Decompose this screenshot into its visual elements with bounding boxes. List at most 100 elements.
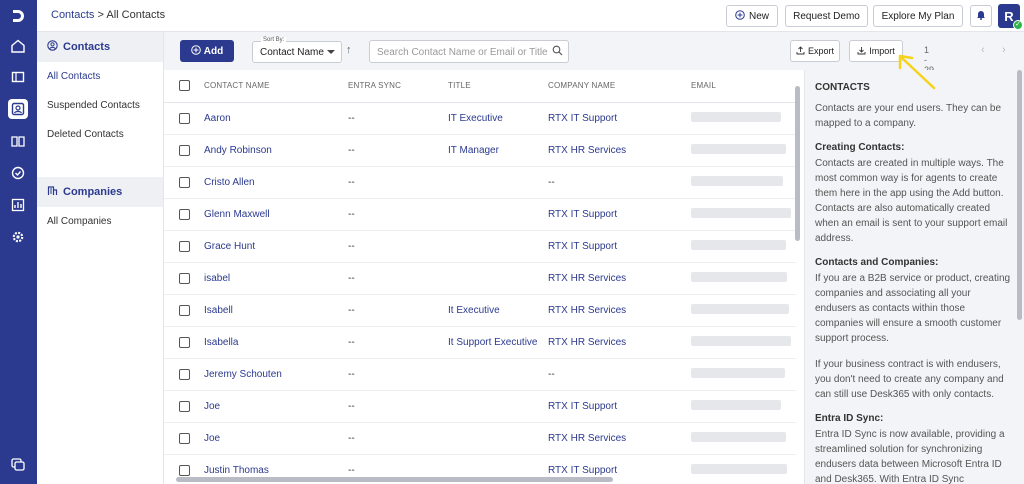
request-demo-button[interactable]: Request Demo (785, 5, 868, 27)
new-button[interactable]: New (726, 5, 778, 27)
tasks-icon[interactable] (8, 163, 28, 183)
col-title[interactable]: TITLE (448, 70, 548, 103)
help-creating-title: Creating Contacts: (815, 142, 905, 153)
row-select-cell (164, 166, 204, 199)
knowledge-base-icon[interactable] (8, 131, 28, 151)
table-row[interactable]: Cristo Allen -- -- (164, 166, 796, 199)
company-name-link[interactable]: RTX HR Services (548, 145, 626, 156)
company-name-link[interactable]: -- (548, 177, 555, 188)
help-creating-text: Contacts are created in multiple ways. T… (815, 158, 1008, 244)
row-checkbox[interactable] (179, 432, 190, 444)
explore-plan-label: Explore My Plan (881, 10, 955, 22)
contacts-icon[interactable] (8, 99, 28, 119)
company-name-link[interactable]: RTX HR Services (548, 305, 626, 316)
company-name-link[interactable]: RTX IT Support (548, 241, 617, 252)
company-name-link[interactable]: RTX HR Services (548, 337, 626, 348)
contact-name-link[interactable]: Isabella (204, 337, 238, 348)
table-vertical-scrollbar[interactable] (794, 78, 801, 478)
row-checkbox[interactable] (179, 304, 190, 316)
table-row[interactable]: Joe -- RTX HR Services (164, 422, 796, 455)
col-entra-sync[interactable]: ENTRA SYNC (348, 70, 448, 103)
sidebar-item-suspended-contacts[interactable]: Suspended Contacts (37, 91, 163, 120)
contact-name-link[interactable]: Andy Robinson (204, 145, 272, 156)
horizontal-scroll-thumb[interactable] (176, 477, 613, 482)
tickets-icon[interactable] (8, 67, 28, 87)
row-checkbox[interactable] (179, 464, 190, 476)
company-name-link[interactable]: RTX IT Support (548, 113, 617, 124)
contact-name-link[interactable]: Jeremy Schouten (204, 369, 282, 380)
cell-email (691, 294, 796, 327)
add-contact-button[interactable]: Add (180, 40, 234, 62)
table-row[interactable]: Andy Robinson -- IT Manager RTX HR Services (164, 134, 796, 167)
company-name-link[interactable]: RTX IT Support (548, 209, 617, 220)
explore-plan-button[interactable]: Explore My Plan (873, 5, 963, 27)
contact-name-link[interactable]: Justin Thomas (204, 465, 269, 476)
contact-title: It Support Executive (448, 336, 538, 348)
contact-name-link[interactable]: Joe (204, 401, 220, 412)
select-all-checkbox[interactable] (179, 80, 190, 92)
table-row[interactable]: Isabella -- It Support Executive RTX HR Ser… (164, 326, 796, 359)
contact-name-link[interactable]: Cristo Allen (204, 177, 255, 188)
desk365-logo-icon[interactable] (8, 6, 28, 26)
table-row[interactable]: Grace Hunt -- RTX IT Support (164, 230, 796, 263)
sidebar-item-all-companies[interactable]: All Companies (37, 207, 163, 236)
cell-contact-name: Jeremy Schouten (204, 358, 348, 391)
row-checkbox[interactable] (179, 176, 190, 188)
company-name-link[interactable]: -- (548, 369, 555, 380)
contact-name-link[interactable]: Joe (204, 433, 220, 444)
avatar-initial: R (1004, 8, 1014, 24)
sidebar-item-all-contacts[interactable]: All Contacts (37, 62, 163, 91)
sort-direction-arrow-icon[interactable]: ↑ (346, 44, 352, 56)
prev-page-icon[interactable]: ‹ (981, 44, 985, 56)
row-checkbox[interactable] (179, 144, 190, 156)
row-checkbox[interactable] (179, 336, 190, 348)
row-checkbox[interactable] (179, 272, 190, 284)
table-row[interactable]: isabel -- RTX HR Services (164, 262, 796, 295)
row-checkbox[interactable] (179, 112, 190, 124)
user-avatar[interactable]: R ✓ (998, 4, 1023, 30)
cell-contact-name: Glenn Maxwell (204, 198, 348, 231)
col-contact-name[interactable]: CONTACT NAME (204, 70, 348, 103)
sort-by-select[interactable]: Sort By: Contact Name (252, 37, 342, 63)
search-contacts-input[interactable]: Search Contact Name or Email or Title (369, 40, 569, 63)
cell-contact-name: isabel (204, 262, 348, 295)
sidebar-item-deleted-contacts[interactable]: Deleted Contacts (37, 120, 163, 149)
contact-name-link[interactable]: isabel (204, 273, 230, 284)
table-row[interactable]: Aaron -- IT Executive RTX IT Support (164, 102, 796, 135)
vertical-scroll-thumb[interactable] (795, 86, 800, 241)
row-checkbox[interactable] (179, 208, 190, 220)
home-icon[interactable] (8, 36, 28, 56)
reports-icon[interactable] (8, 195, 28, 215)
contact-title: IT Executive (448, 112, 503, 124)
notifications-button[interactable] (970, 5, 992, 27)
export-button[interactable]: Export (790, 40, 840, 62)
row-checkbox[interactable] (179, 240, 190, 252)
col-company-name[interactable]: COMPANY NAME (548, 70, 691, 103)
cell-entra-sync: -- (348, 262, 448, 295)
contact-name-link[interactable]: Aaron (204, 113, 231, 124)
contact-name-link[interactable]: Grace Hunt (204, 241, 255, 252)
contact-name-link[interactable]: Isabell (204, 305, 233, 316)
table-row[interactable]: Glenn Maxwell -- RTX IT Support (164, 198, 796, 231)
table-row[interactable]: Jeremy Schouten -- -- (164, 358, 796, 391)
redacted-email (691, 207, 791, 218)
contact-name-link[interactable]: Glenn Maxwell (204, 209, 270, 220)
table-row[interactable]: Joe -- RTX IT Support (164, 390, 796, 423)
row-checkbox[interactable] (179, 368, 190, 380)
row-select-cell (164, 102, 204, 135)
settings-gear-icon[interactable] (8, 227, 28, 247)
company-name-link[interactable]: RTX IT Support (548, 465, 617, 476)
cell-email (691, 326, 796, 359)
help-scrollbar[interactable] (1017, 70, 1022, 320)
company-name-link[interactable]: RTX HR Services (548, 433, 626, 444)
company-name-link[interactable]: RTX IT Support (548, 401, 617, 412)
table-horizontal-scrollbar[interactable] (172, 476, 792, 482)
chat-icon[interactable] (8, 455, 28, 475)
search-icon[interactable] (552, 45, 563, 59)
breadcrumb-contacts-link[interactable]: Contacts (51, 9, 94, 21)
next-page-icon[interactable]: › (1002, 44, 1006, 56)
table-row[interactable]: Isabell -- It Executive RTX HR Services (164, 294, 796, 327)
row-checkbox[interactable] (179, 400, 190, 412)
company-name-link[interactable]: RTX HR Services (548, 273, 626, 284)
col-email[interactable]: EMAIL (691, 70, 796, 103)
